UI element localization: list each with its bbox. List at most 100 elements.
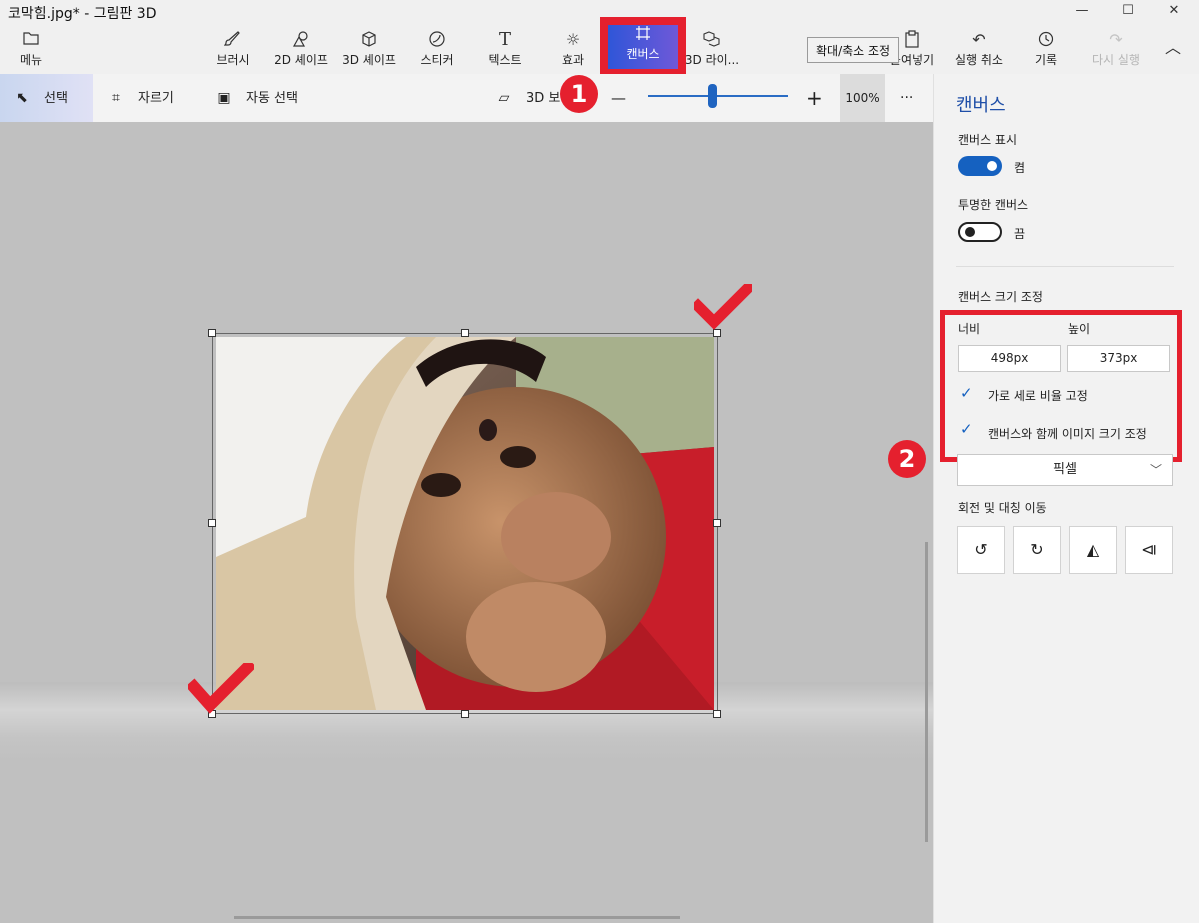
- rotate-right-button[interactable]: ↻: [1013, 526, 1061, 574]
- rotate-right-icon: ↻: [1030, 540, 1044, 559]
- resize-highlight-box: [940, 310, 1182, 462]
- zoom-percent[interactable]: 100%: [840, 74, 885, 122]
- checkmark-icon: [188, 663, 254, 714]
- flip-vertical-icon: ⧏: [1141, 540, 1157, 559]
- unit-value: 픽셀: [1053, 462, 1077, 477]
- select-tool[interactable]: ⬉ 선택: [0, 74, 93, 122]
- cube-icon: [338, 30, 400, 50]
- canvas-tool-highlight[interactable]: 캔버스: [600, 17, 686, 77]
- brush-tool[interactable]: 브러시: [208, 30, 258, 70]
- history-button[interactable]: 기록: [1030, 30, 1062, 70]
- step-marker-2: 2: [888, 440, 926, 478]
- brush-label: 브러시: [216, 53, 250, 67]
- step-marker-1: 1: [560, 75, 598, 113]
- zoom-tooltip: 확대/축소 조정: [807, 37, 900, 63]
- resize-handle-bottom[interactable]: [461, 710, 469, 718]
- panel-title: 캔버스: [956, 95, 1006, 116]
- chevron-down-icon: ﹀: [1149, 463, 1162, 477]
- zoom-slider-track[interactable]: [648, 95, 788, 97]
- canvas-tool[interactable]: 캔버스: [608, 25, 678, 69]
- library-3d-label: 3D 라이...: [684, 53, 740, 67]
- transparent-canvas-state: 끔: [1014, 227, 1026, 241]
- folder-icon: [8, 30, 54, 50]
- canvas-panel: 캔버스 캔버스 표시 켬 투명한 캔버스 끔 캔버스 크기 조정 너비 높이 4…: [933, 74, 1199, 923]
- rotate-left-button[interactable]: ↺: [957, 526, 1005, 574]
- rotate-left-icon: ↺: [974, 540, 988, 559]
- horizontal-scrollbar[interactable]: [234, 916, 680, 919]
- canvas-icon: [608, 25, 678, 45]
- view-3d-label: 3D 보: [526, 91, 561, 106]
- zoom-slider-thumb[interactable]: [708, 84, 717, 108]
- sticker-icon: [414, 30, 460, 50]
- show-canvas-toggle[interactable]: [958, 156, 1002, 176]
- crop-label: 자르기: [138, 91, 174, 106]
- sticker-tool[interactable]: 스티커: [414, 30, 460, 70]
- redo-button[interactable]: ↷ 다시 실행: [1088, 30, 1144, 70]
- brush-icon: [208, 30, 258, 50]
- transparent-canvas-toggle[interactable]: [958, 222, 1002, 242]
- view-3d-tool[interactable]: ▱ 3D 보: [496, 74, 561, 122]
- panel-divider: [956, 266, 1174, 267]
- resize-handle-left[interactable]: [208, 519, 216, 527]
- show-canvas-state: 켬: [1014, 161, 1026, 175]
- resize-handle-right[interactable]: [713, 519, 721, 527]
- shapes-2d-label: 2D 셰이프: [274, 53, 328, 67]
- resize-handle-top-right[interactable]: [713, 329, 721, 337]
- maximize-button[interactable]: ☐: [1105, 0, 1151, 24]
- canvas-workspace[interactable]: [0, 122, 933, 923]
- library-3d-icon: [684, 30, 740, 50]
- close-button[interactable]: ✕: [1151, 0, 1197, 24]
- unit-dropdown[interactable]: 픽셀 ﹀: [957, 454, 1173, 486]
- effects-label: 효과: [561, 53, 585, 67]
- crop-icon: ⌗: [112, 90, 120, 106]
- menu-label: 메뉴: [19, 53, 43, 67]
- toolbar: ⬉ 선택 ⌗ 자르기 ▣ 자동 선택 ▱ 3D 보 — + ···: [0, 74, 933, 122]
- sticker-label: 스티커: [420, 53, 454, 67]
- shapes-2d-tool[interactable]: 2D 셰이프: [270, 30, 332, 70]
- flip-horizontal-button[interactable]: ◭: [1069, 526, 1117, 574]
- toggle-knob: [987, 161, 997, 171]
- flip-horizontal-icon: ◭: [1086, 540, 1100, 559]
- checkmark-icon: [694, 284, 752, 330]
- window-title: 코막힘.jpg* - 그림판 3D: [8, 6, 157, 22]
- text-label: 텍스트: [488, 53, 522, 67]
- shapes-3d-tool[interactable]: 3D 셰이프: [338, 30, 400, 70]
- shapes-3d-label: 3D 셰이프: [342, 53, 396, 67]
- view-3d-icon: ▱: [498, 90, 510, 106]
- resize-handle-top[interactable]: [461, 329, 469, 337]
- history-icon: [1030, 30, 1062, 50]
- resize-handle-bottom-right[interactable]: [713, 710, 721, 718]
- crop-tool[interactable]: ⌗ 자르기: [108, 74, 174, 122]
- history-label: 기록: [1034, 53, 1058, 67]
- select-label: 선택: [44, 91, 68, 106]
- text-tool[interactable]: T 텍스트: [482, 30, 528, 70]
- shapes-2d-icon: [270, 30, 332, 50]
- flip-vertical-button[interactable]: ⧏: [1125, 526, 1173, 574]
- show-canvas-label: 캔버스 표시: [958, 133, 1018, 147]
- resize-canvas-label: 캔버스 크기 조정: [958, 290, 1043, 304]
- undo-button[interactable]: ↶ 실행 취소: [950, 30, 1008, 70]
- more-options-button[interactable]: ···: [900, 74, 913, 122]
- undo-icon: ↶: [972, 30, 986, 49]
- collapse-ribbon-button[interactable]: ︿: [1160, 30, 1186, 70]
- transparent-canvas-label: 투명한 캔버스: [958, 198, 1029, 212]
- zoom-out-button[interactable]: —: [611, 74, 626, 122]
- minimize-button[interactable]: —: [1059, 0, 1105, 24]
- rotate-flip-label: 회전 및 대칭 이동: [958, 501, 1047, 515]
- toggle-knob: [965, 227, 975, 237]
- library-3d-tool[interactable]: 3D 라이...: [684, 30, 740, 70]
- menu-button[interactable]: 메뉴: [8, 30, 54, 70]
- text-icon: T: [498, 29, 511, 50]
- undo-label: 실행 취소: [955, 53, 1003, 67]
- cursor-icon: ⬉: [16, 90, 28, 106]
- effects-tool[interactable]: ☼ 효과: [553, 30, 593, 70]
- canvas-label: 캔버스: [626, 47, 660, 61]
- magic-select-tool[interactable]: ▣ 자동 선택: [216, 74, 298, 122]
- selection-frame[interactable]: [212, 333, 718, 714]
- zoom-in-button[interactable]: +: [806, 74, 823, 122]
- magic-select-label: 자동 선택: [246, 91, 298, 106]
- sun-icon: ☼: [565, 30, 581, 49]
- vertical-scrollbar[interactable]: [925, 542, 928, 842]
- resize-handle-top-left[interactable]: [208, 329, 216, 337]
- chevron-up-icon: ︿: [1164, 38, 1181, 57]
